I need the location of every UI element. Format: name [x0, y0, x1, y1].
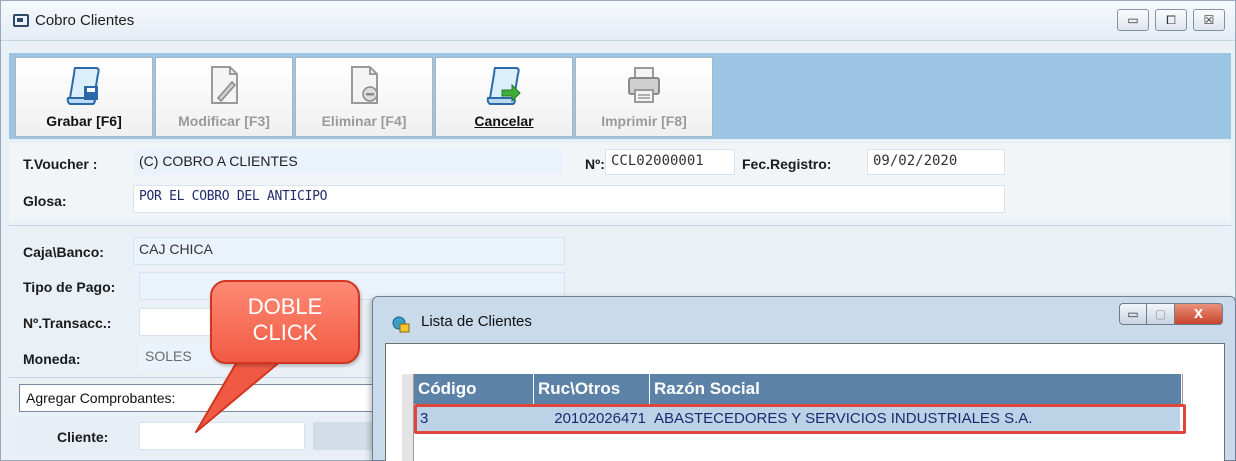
window-controls: ▭ ⧠ ☒ — [1117, 9, 1225, 31]
glosa-field[interactable]: POR EL COBRO DEL ANTICIPO — [133, 185, 1005, 213]
tipo-pago-label: Tipo de Pago: — [23, 279, 116, 295]
minimize-button[interactable]: ▭ — [1117, 9, 1149, 31]
window-title: Cobro Clientes — [35, 12, 135, 29]
transaccion-label: Nº.Transacc.: — [23, 315, 112, 331]
lista-clientes-dialog: Lista de Clientes ▭ ▢ X Código Ruc\Otros… — [372, 296, 1236, 461]
eliminar-button[interactable]: Eliminar [F4] — [295, 57, 433, 137]
delete-document-icon — [351, 66, 378, 104]
fecha-registro-label: Fec.Registro: — [742, 156, 832, 172]
transaccion-field[interactable] — [139, 308, 219, 336]
grabar-label: Grabar [F6] — [46, 113, 122, 129]
doble-click-callout: DOBLE CLICK — [210, 280, 360, 364]
cliente-field[interactable] — [139, 422, 305, 450]
maximize-button[interactable]: ⧠ — [1155, 9, 1187, 31]
grid-row-indicator-column — [402, 374, 414, 461]
moneda-label: Moneda: — [23, 351, 81, 367]
grid-header-filler — [1182, 374, 1204, 404]
imprimir-button[interactable]: Imprimir [F8] — [575, 57, 713, 137]
printer-icon — [628, 67, 660, 103]
window-titlebar[interactable]: Cobro Clientes ▭ ⧠ ☒ — [1, 1, 1235, 41]
modificar-label: Modificar [F3] — [178, 113, 270, 129]
glosa-label: Glosa: — [23, 193, 67, 209]
cancel-scroll-icon — [486, 67, 521, 105]
modificar-button[interactable]: Modificar [F3] — [155, 57, 293, 137]
numero-label: Nº: — [585, 156, 605, 172]
client-list-icon — [392, 316, 410, 333]
tvoucher-label: T.Voucher : — [23, 156, 98, 172]
separator — [9, 225, 1231, 226]
cliente-name-field — [313, 422, 373, 450]
edit-document-icon — [211, 66, 238, 104]
numero-field[interactable]: CCL02000001 — [605, 149, 735, 175]
eliminar-label: Eliminar [F4] — [321, 113, 407, 129]
dialog-minimize-button[interactable]: ▭ — [1119, 303, 1147, 325]
imprimir-label: Imprimir [F8] — [601, 113, 687, 129]
cliente-label: Cliente: — [57, 429, 109, 445]
app-window-icon — [13, 14, 29, 27]
column-header-ruc[interactable]: Ruc\Otros — [534, 374, 650, 404]
selected-row-highlight — [414, 404, 1186, 434]
clientes-grid: Código Ruc\Otros Razón Social 3 20102026… — [385, 343, 1225, 461]
dialog-controls: ▭ ▢ X — [1119, 303, 1223, 325]
fecha-registro-field[interactable]: 09/02/2020 — [867, 149, 1005, 175]
save-scroll-icon — [66, 67, 100, 105]
column-header-razon-social[interactable]: Razón Social — [650, 374, 1182, 404]
caja-banco-label: Caja\Banco: — [23, 244, 104, 260]
moneda-field[interactable]: SOLES — [139, 344, 219, 370]
toolbar: Grabar [F6] Modificar [F3] Eliminar [F4] — [9, 53, 1231, 139]
cancelar-button[interactable]: Cancelar — [435, 57, 573, 137]
callout-line-1: DOBLE — [247, 294, 323, 319]
grabar-button[interactable]: Grabar [F6] — [15, 57, 153, 137]
callout-line-2: CLICK — [252, 320, 318, 345]
column-header-codigo[interactable]: Código — [414, 374, 534, 404]
dialog-maximize-button[interactable]: ▢ — [1147, 303, 1175, 325]
dialog-title: Lista de Clientes — [421, 313, 532, 330]
cancelar-label: Cancelar — [474, 113, 534, 129]
close-button[interactable]: ☒ — [1193, 9, 1225, 31]
tvoucher-field[interactable]: (C) COBRO A CLIENTES — [133, 149, 563, 175]
agregar-comprobantes-select[interactable]: Agregar Comprobantes: — [19, 384, 389, 412]
caja-banco-field[interactable]: CAJ CHICA — [133, 237, 565, 265]
dialog-close-button[interactable]: X — [1175, 303, 1223, 325]
